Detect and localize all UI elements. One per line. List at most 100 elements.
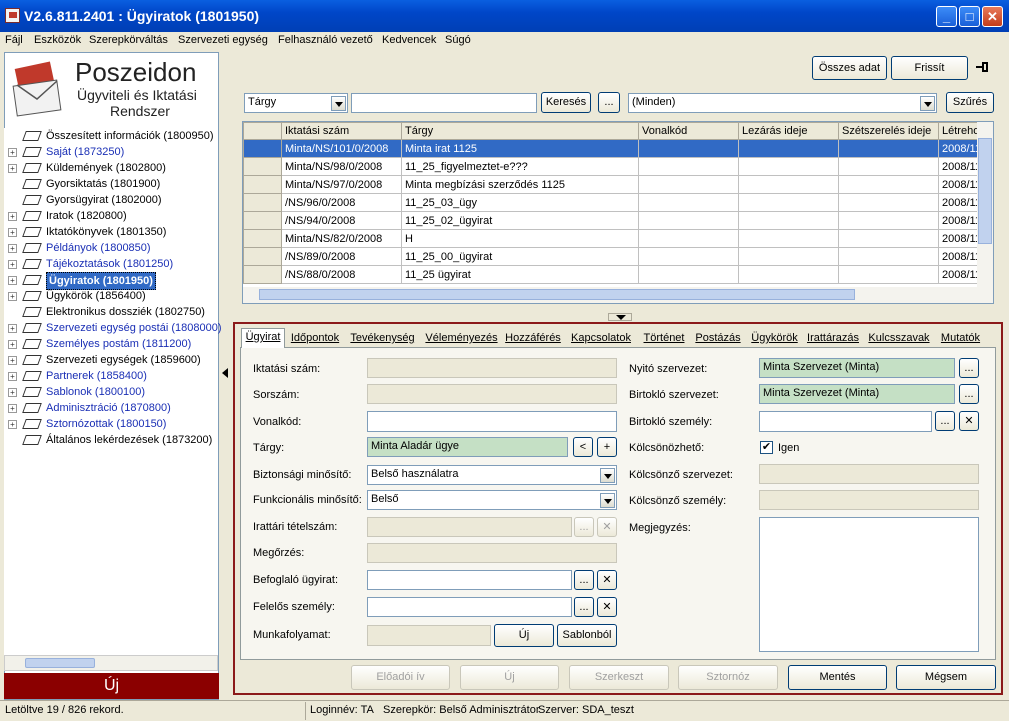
tab-1[interactable]: Időpontok bbox=[288, 330, 342, 347]
expand-icon[interactable]: + bbox=[8, 292, 17, 301]
menu-role-switch[interactable]: Szerepkörváltás bbox=[89, 34, 168, 46]
refresh-button[interactable]: Frissít bbox=[891, 56, 968, 80]
tree-item[interactable]: + Partnerek (1858400) bbox=[4, 368, 218, 384]
row-header[interactable] bbox=[243, 247, 282, 266]
felelos-input[interactable] bbox=[367, 597, 572, 617]
tree-item[interactable]: Elektronikus dossziék (1802750) bbox=[4, 304, 218, 320]
menu-org-unit[interactable]: Szervezeti egység bbox=[178, 34, 268, 46]
tree-item[interactable]: + Személyes postám (1811200) bbox=[4, 336, 218, 352]
search-button[interactable]: Keresés bbox=[541, 92, 591, 113]
table-row[interactable]: Minta/NS/101/0/2008 Minta irat 1125 2008/1… bbox=[243, 139, 980, 158]
tree-item[interactable]: + Adminisztráció (1870800) bbox=[4, 400, 218, 416]
expand-icon[interactable]: + bbox=[8, 212, 17, 221]
expand-icon[interactable]: + bbox=[8, 148, 17, 157]
megjegyzes-textarea[interactable] bbox=[759, 517, 979, 652]
table-row[interactable]: /NS/89/0/2008 11_25_00_ügyirat 2008/11 bbox=[243, 247, 980, 266]
expand-icon[interactable]: + bbox=[8, 356, 17, 365]
felelos-dots-button[interactable]: ... bbox=[574, 597, 594, 617]
expand-icon[interactable]: + bbox=[8, 404, 17, 413]
cancel-record-button[interactable]: Sztornóz bbox=[678, 665, 778, 690]
tree-item[interactable]: Gyorsiktatás (1801900) bbox=[4, 176, 218, 192]
targy-input[interactable]: Minta Aladár ügye bbox=[367, 437, 568, 457]
tree-item[interactable]: + Példányok (1800850) bbox=[4, 240, 218, 256]
save-button[interactable]: Mentés bbox=[788, 665, 887, 690]
tab-11[interactable]: Mutatók bbox=[937, 330, 984, 347]
grid-column-header[interactable]: Lezárás ideje bbox=[738, 122, 839, 140]
targy-prev-button[interactable]: < bbox=[573, 437, 593, 457]
befoglalo-input[interactable] bbox=[367, 570, 572, 590]
table-row[interactable]: /NS/88/0/2008 11_25 ügyirat 2008/11 bbox=[243, 265, 980, 284]
tab-9[interactable]: Irattárazás bbox=[805, 330, 861, 347]
eloadoi-iv-button[interactable]: Előadói ív bbox=[351, 665, 450, 690]
navigation-tree[interactable]: Összesített információk (1800950) + Saját … bbox=[4, 128, 222, 656]
tree-item[interactable]: + Sablonok (1800100) bbox=[4, 384, 218, 400]
menu-tools[interactable]: Eszközök bbox=[34, 34, 81, 46]
tab-5[interactable]: Kapcsolatok bbox=[566, 330, 636, 347]
close-button[interactable]: ✕ bbox=[982, 6, 1003, 27]
tree-item[interactable]: + Ügyiratok (1801950) bbox=[4, 272, 218, 290]
row-header[interactable] bbox=[243, 211, 282, 230]
expand-icon[interactable]: + bbox=[8, 340, 17, 349]
felelos-clear-button[interactable]: ✕ bbox=[597, 597, 617, 617]
vonalkod-input[interactable] bbox=[367, 411, 617, 432]
pin-icon[interactable] bbox=[976, 62, 990, 72]
maximize-button[interactable]: □ bbox=[959, 6, 980, 27]
row-header[interactable] bbox=[243, 157, 282, 176]
table-row[interactable]: Minta/NS/98/0/2008 11_25_figyelmeztet-e??… bbox=[243, 157, 980, 176]
tree-item[interactable]: + Szervezeti egység postái (1808000) bbox=[4, 320, 222, 336]
grid-column-header[interactable]: Tárgy bbox=[401, 122, 639, 140]
tree-item[interactable]: Általános lekérdezések (1873200) bbox=[4, 432, 218, 448]
birtoklo-szem-dots-button[interactable]: ... bbox=[935, 411, 955, 431]
tree-item[interactable]: + Szervezeti egységek (1859600) bbox=[4, 352, 218, 368]
expand-icon[interactable]: + bbox=[8, 324, 17, 333]
expand-icon[interactable]: + bbox=[8, 276, 17, 285]
edit-button[interactable]: Szerkeszt bbox=[569, 665, 669, 690]
table-row[interactable]: Minta/NS/97/0/2008 Minta megbízási szerző… bbox=[243, 175, 980, 194]
filter-select[interactable]: (Minden) bbox=[628, 93, 937, 113]
tree-item[interactable]: + Tájékoztatások (1801250) bbox=[4, 256, 218, 272]
menu-user-leader[interactable]: Felhasználó vezető bbox=[278, 34, 373, 46]
splitter-down-icon[interactable] bbox=[608, 313, 632, 321]
grid-column-header[interactable]: Iktatási szám bbox=[281, 122, 402, 140]
grid-column-header[interactable]: Vonalkód bbox=[638, 122, 739, 140]
tree-item[interactable]: Gyorsügyirat (1802000) bbox=[4, 192, 218, 208]
tree-item[interactable]: Összesített információk (1800950) bbox=[4, 128, 218, 144]
munkafolyamat-new-button[interactable]: Új bbox=[494, 624, 554, 647]
minimize-button[interactable]: _ bbox=[936, 6, 957, 27]
tab-6[interactable]: Történet bbox=[639, 330, 689, 347]
targy-add-button[interactable]: + bbox=[597, 437, 617, 457]
row-header[interactable] bbox=[243, 175, 282, 194]
grid-vertical-scrollbar[interactable] bbox=[977, 122, 993, 288]
irattari-dots-button[interactable]: ... bbox=[574, 517, 594, 537]
funkcionalis-select[interactable]: Belső bbox=[367, 490, 617, 510]
table-row[interactable]: /NS/94/0/2008 11_25_02_ügyirat 2008/11 bbox=[243, 211, 980, 230]
expand-icon[interactable]: + bbox=[8, 372, 17, 381]
tab-4[interactable]: Hozzáférés bbox=[503, 330, 563, 347]
table-row[interactable]: /NS/96/0/2008 11_25_03_ügy 2008/11 bbox=[243, 193, 980, 212]
expand-icon[interactable]: + bbox=[8, 244, 17, 253]
birtoklo-szerv-dots-button[interactable]: ... bbox=[959, 384, 979, 404]
tab-8[interactable]: Ügykörök bbox=[747, 330, 802, 347]
grid-horizontal-scrollbar[interactable] bbox=[243, 287, 993, 303]
biztonsagi-select[interactable]: Belső használatra bbox=[367, 465, 617, 485]
befoglalo-dots-button[interactable]: ... bbox=[574, 570, 594, 590]
tab-3[interactable]: Véleményezés bbox=[423, 330, 500, 347]
row-header[interactable] bbox=[243, 193, 282, 212]
row-header[interactable] bbox=[243, 229, 282, 248]
tab-7[interactable]: Postázás bbox=[692, 330, 744, 347]
search-dots-button[interactable]: ... bbox=[598, 92, 620, 113]
tree-item[interactable]: + Sztornózottak (1800150) bbox=[4, 416, 218, 432]
birtoklo-szem-input[interactable] bbox=[759, 411, 932, 432]
tree-item[interactable]: + Iratok (1820800) bbox=[4, 208, 218, 224]
row-header[interactable] bbox=[243, 139, 282, 158]
grid-column-header[interactable]: Szétszerelés ideje bbox=[838, 122, 939, 140]
search-field-select[interactable]: Tárgy bbox=[244, 93, 348, 113]
tree-item[interactable]: + Iktatókönyvek (1801350) bbox=[4, 224, 218, 240]
search-input[interactable] bbox=[351, 93, 537, 113]
new-record-button[interactable]: Új bbox=[460, 665, 559, 690]
tab-2[interactable]: Tevékenység bbox=[345, 330, 420, 347]
menu-file[interactable]: Fájl bbox=[5, 34, 23, 46]
befoglalo-clear-button[interactable]: ✕ bbox=[597, 570, 617, 590]
menu-help[interactable]: Súgó bbox=[445, 34, 471, 46]
left-new-button[interactable]: Új bbox=[4, 673, 219, 699]
